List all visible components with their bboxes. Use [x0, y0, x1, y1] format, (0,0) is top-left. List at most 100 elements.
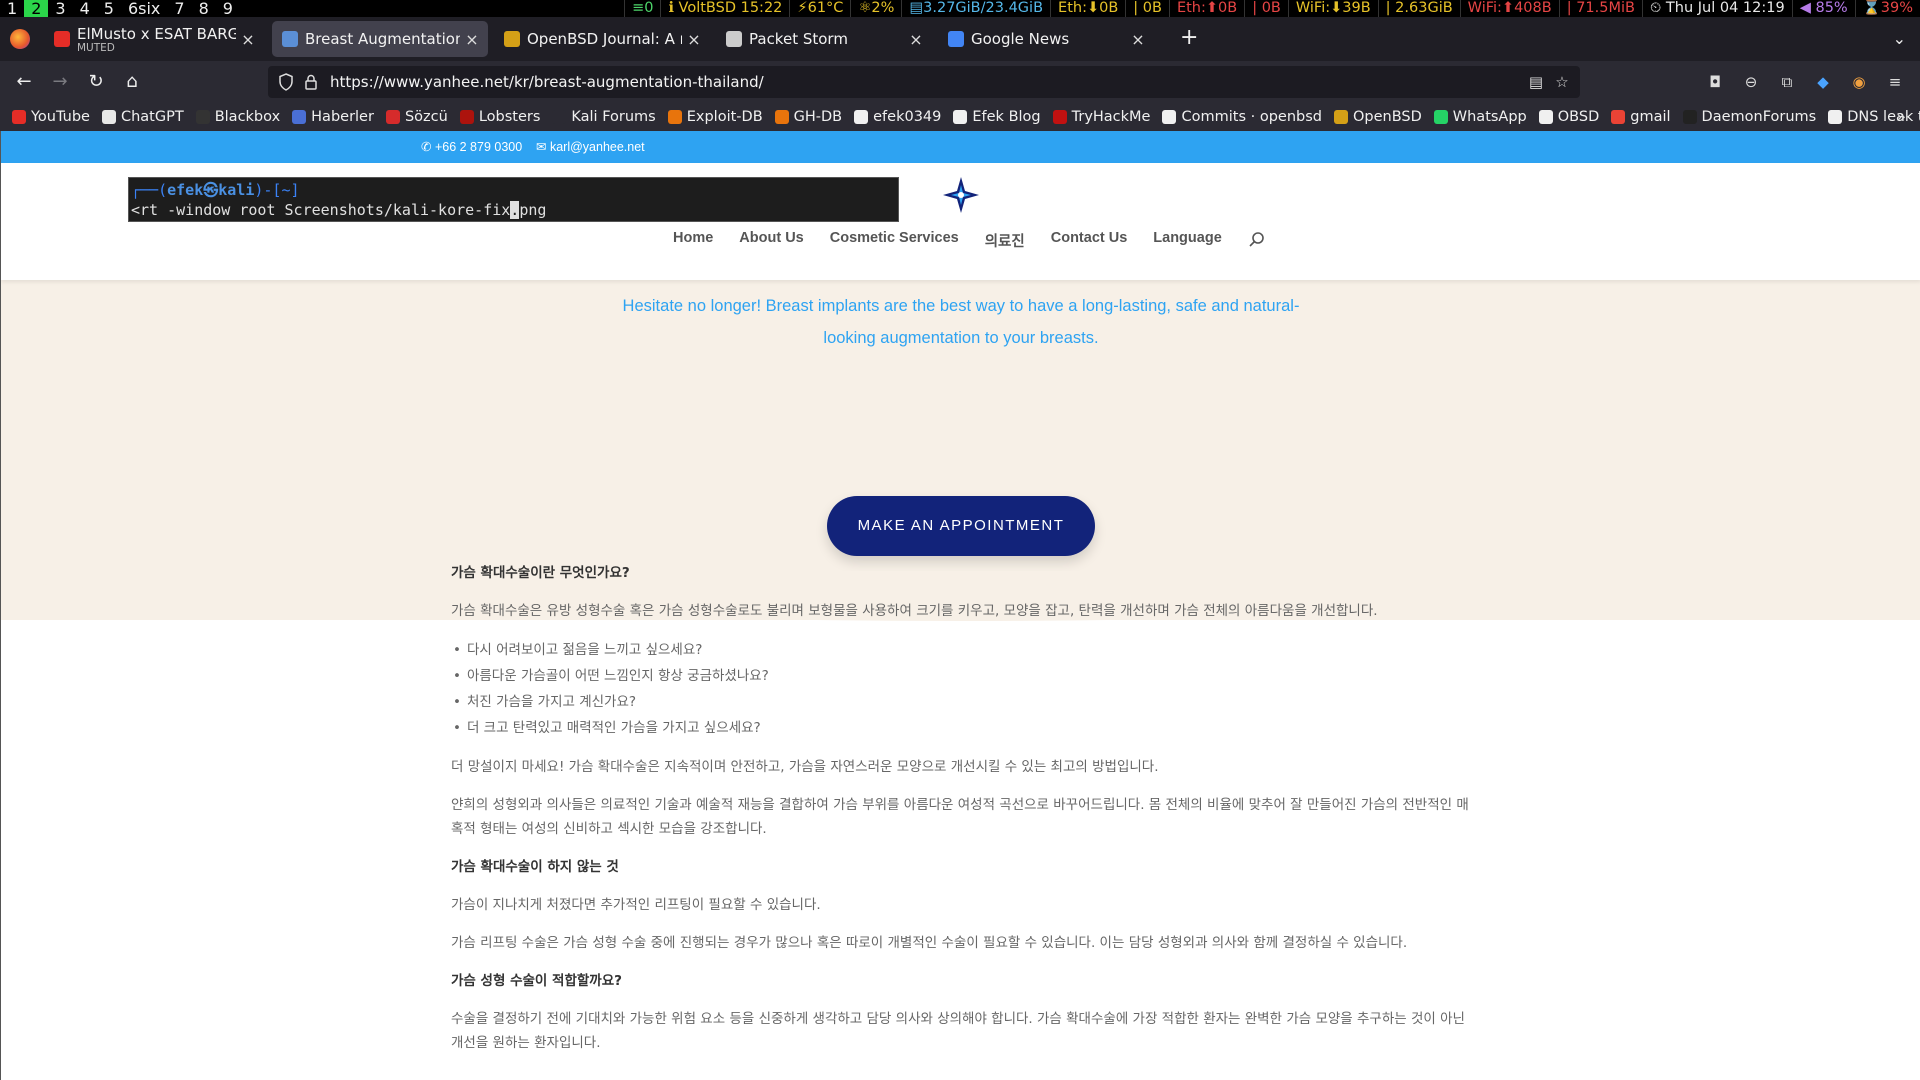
reader-view-icon[interactable]: ▤ — [1526, 72, 1546, 92]
bookmark-item[interactable]: Haberler — [292, 109, 374, 125]
status-item: | 0B — [1244, 0, 1288, 17]
bookmark-item[interactable]: GH-DB — [774, 109, 842, 125]
heading-limitations: 가슴 확대수술이 하지 않는 것 — [451, 859, 619, 875]
email-contact[interactable]: ✉ karl@yanhee.net — [536, 131, 645, 163]
tracking-protection-icon[interactable] — [278, 73, 294, 91]
browser-tab[interactable]: ElMusto x ESAT BARGUNMUTED× — [44, 21, 264, 57]
home-button[interactable]: ⌂ — [120, 70, 144, 94]
tab-title-wrap: OpenBSD Journal: A resource — [527, 30, 682, 48]
terminal-window[interactable]: ┌──(efek㉿kali)-[~] <rt -window root Scre… — [128, 177, 899, 222]
nav-link[interactable]: Home — [673, 230, 713, 251]
bookmark-item[interactable]: gmail — [1611, 109, 1671, 125]
profile-avatar-icon[interactable]: ◉ — [1848, 71, 1870, 93]
phone-contact[interactable]: ✆ +66 2 879 0300 — [421, 131, 522, 163]
workspace-7[interactable]: 7 — [167, 0, 191, 17]
extension-block-icon[interactable]: ⊖ — [1740, 71, 1762, 93]
bookmark-item[interactable]: efek0349 — [854, 109, 941, 125]
bookmark-star-icon[interactable]: ☆ — [1552, 72, 1572, 92]
bookmark-label: OpenBSD — [1352, 109, 1422, 125]
nav-link[interactable]: Language — [1153, 230, 1221, 251]
list-item: 다시 어려보이고 젊음을 느끼고 싶으세요? — [451, 637, 1471, 663]
bookmark-label: YouTube — [31, 109, 90, 125]
make-appointment-button[interactable]: MAKE AN APPOINTMENT — [827, 496, 1095, 556]
bookmark-favicon-icon — [1828, 110, 1843, 124]
terminal-cursor: . — [510, 201, 520, 219]
workspace-5[interactable]: 5 — [97, 0, 121, 17]
url-bar[interactable]: https://www.yanhee.net/kr/breast-augment… — [268, 66, 1580, 98]
bookmark-item[interactable]: Sözcü — [385, 109, 448, 125]
status-item: ℹ VoltBSD 15:22 — [660, 0, 789, 17]
tab-strip: ElMusto x ESAT BARGUNMUTED×Breast Augmen… — [0, 17, 1920, 61]
status-item: ⚛2% — [850, 0, 901, 17]
terminal-command: <rt -window root Screenshots/kali-kore-f… — [131, 200, 896, 220]
browser-tab[interactable]: OpenBSD Journal: A resource× — [494, 21, 710, 57]
paragraph-hesitate: 더 망설이지 마세요! 가슴 확대수술은 지속적이며 안전하고, 가슴을 자연스… — [451, 759, 1159, 775]
new-tab-button[interactable]: + — [1180, 27, 1198, 49]
bookmark-item[interactable]: Exploit-DB — [667, 109, 763, 125]
nav-link[interactable]: 의료진 — [985, 230, 1025, 251]
openbsd-icon — [504, 31, 520, 47]
firefox-view-icon[interactable] — [10, 29, 30, 49]
tab-title: Packet Storm — [749, 30, 848, 48]
yanhee-logo[interactable] — [941, 175, 981, 215]
bookmark-item[interactable]: OBSD — [1538, 109, 1599, 125]
bookmark-item[interactable]: Lobsters — [459, 109, 541, 125]
site-header: ┌──(efek㉿kali)-[~] <rt -window root Scre… — [1, 163, 1920, 280]
command-before-cursor: <rt -window root Screenshots/kali-kore-f… — [131, 201, 511, 219]
bookmark-item[interactable]: Blackbox — [195, 109, 280, 125]
bookmark-item[interactable]: Kali Forums — [552, 109, 656, 125]
close-tab-icon[interactable]: × — [460, 30, 484, 49]
close-tab-icon[interactable]: × — [236, 30, 260, 49]
bookmark-item[interactable]: DNS leak test — [1828, 109, 1920, 125]
bookmark-item[interactable]: Efek Blog — [953, 109, 1041, 125]
lock-icon[interactable] — [304, 74, 318, 90]
bookmark-label: ChatGPT — [120, 109, 184, 125]
forward-button[interactable]: → — [48, 70, 72, 94]
workspace-3[interactable]: 3 — [48, 0, 72, 17]
bookmark-item[interactable]: OpenBSD — [1333, 109, 1422, 125]
extension-blue-icon[interactable]: ◆ — [1812, 71, 1834, 93]
nav-link[interactable]: Contact Us — [1051, 230, 1128, 251]
bookmark-label: Lobsters — [478, 109, 541, 125]
bookmarks-toolbar: YouTube ChatGPT Blackbox Haberler Sözcü Lobst… — [0, 103, 1920, 131]
browser-tab[interactable]: Packet Storm × — [716, 21, 932, 57]
back-button[interactable]: ← — [12, 70, 36, 94]
bookmark-favicon-icon — [385, 110, 400, 124]
bookmark-item[interactable]: Commits · openbsd — [1162, 109, 1322, 125]
bookmark-label: Sözcü — [404, 109, 448, 125]
bookmark-item[interactable]: YouTube — [12, 109, 90, 125]
yanhee-icon — [282, 31, 298, 47]
more-bookmarks-icon[interactable]: » — [1896, 107, 1906, 126]
workspace-2[interactable]: 2 — [24, 0, 49, 17]
close-tab-icon[interactable]: × — [682, 30, 706, 49]
workspace-8[interactable]: 8 — [192, 0, 216, 17]
reload-button[interactable]: ↻ — [84, 70, 108, 94]
close-tab-icon[interactable]: × — [904, 30, 928, 49]
pocket-icon[interactable]: ◘ — [1704, 71, 1726, 93]
search-icon[interactable] — [1248, 231, 1266, 249]
workspace-9[interactable]: 9 — [216, 0, 240, 17]
command-after-cursor: png — [519, 201, 547, 219]
extensions-icon[interactable]: ⧉ — [1776, 71, 1798, 93]
bookmark-favicon-icon — [1333, 110, 1348, 124]
bookmark-item[interactable]: DaemonForums — [1682, 109, 1816, 125]
workspace-6[interactable]: 6six — [121, 0, 167, 17]
close-tab-icon[interactable]: × — [1126, 30, 1150, 49]
status-item: ⏲ Thu Jul 04 12:19 — [1641, 0, 1792, 17]
nav-link[interactable]: About Us — [739, 230, 803, 251]
browser-tab[interactable]: Google News × — [938, 21, 1154, 57]
list-all-tabs-icon[interactable]: ⌄ — [1893, 29, 1906, 48]
workspace-4[interactable]: 4 — [73, 0, 97, 17]
app-menu-icon[interactable]: ≡ — [1884, 71, 1906, 93]
browser-tab[interactable]: Breast Augmentation Thailand× — [272, 21, 488, 57]
nav-link[interactable]: Cosmetic Services — [830, 230, 959, 251]
url-text[interactable]: https://www.yanhee.net/kr/breast-augment… — [330, 66, 764, 98]
bookmark-label: Haberler — [311, 109, 374, 125]
bookmark-item[interactable]: WhatsApp — [1433, 109, 1527, 125]
bookmark-item[interactable]: TryHackMe — [1052, 109, 1150, 125]
status-item: ⌛39% — [1854, 0, 1920, 17]
bookmark-item[interactable]: ChatGPT — [101, 109, 184, 125]
bookmark-favicon-icon — [292, 110, 307, 124]
paragraph-candidate: 수술을 결정하기 전에 기대치와 가능한 위험 요소 등을 신중하게 생각하고 … — [451, 1011, 1465, 1051]
workspace-1[interactable]: 1 — [0, 0, 24, 17]
